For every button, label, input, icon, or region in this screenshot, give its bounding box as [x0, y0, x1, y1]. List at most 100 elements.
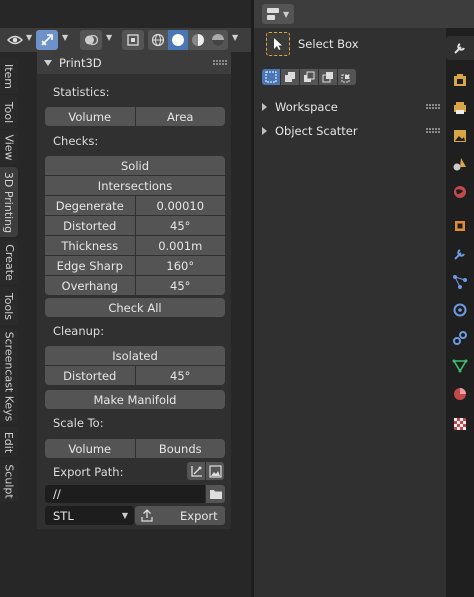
mode-invert-button[interactable] [319, 69, 337, 85]
tab-object-properties[interactable] [448, 214, 472, 238]
collapse-triangle-icon[interactable] [44, 60, 52, 66]
visibility-button[interactable] [3, 30, 27, 50]
tab-tool-properties[interactable] [446, 36, 474, 60]
cleanup-distorted-value-field[interactable]: 45° [135, 366, 225, 385]
check-row: Overhang 45° [45, 276, 225, 295]
cleanup-distorted-button[interactable]: Distorted [45, 366, 136, 385]
expand-arrow-icon [262, 127, 267, 135]
mode-subtract-button[interactable] [300, 69, 318, 85]
mode-extend-button[interactable] [281, 69, 299, 85]
tab-create[interactable]: Create [0, 240, 18, 284]
panel-title: Print3D [59, 56, 102, 70]
area-button[interactable]: Area [135, 107, 225, 126]
select-extend-icon [285, 72, 295, 82]
thickness-value-field[interactable]: 0.001m [135, 236, 225, 255]
drag-grip-icon[interactable] [426, 104, 440, 109]
tab-item[interactable]: Item [0, 58, 18, 94]
distorted-value-field[interactable]: 45° [135, 216, 225, 235]
chevron-down-icon[interactable]: ▼ [62, 33, 68, 42]
material-shading-button[interactable] [188, 30, 208, 50]
export-label: Export [180, 508, 218, 523]
tab-screencast-keys[interactable]: Screencast Keys [0, 328, 18, 424]
chevron-down-icon[interactable]: ▼ [106, 33, 112, 42]
tab-world-properties[interactable] [448, 180, 472, 204]
cleanup-stack: Isolated Distorted 45° [45, 346, 225, 386]
tab-view[interactable]: View [0, 130, 18, 164]
overlay-toggle[interactable] [80, 30, 102, 50]
tab-render-properties[interactable] [448, 68, 472, 92]
chevron-down-icon[interactable]: ▼ [232, 33, 238, 42]
solid-shading-button[interactable] [168, 30, 188, 50]
eye-icon [7, 35, 23, 45]
tab-tools[interactable]: Tools [0, 287, 18, 325]
overlay-icon [85, 34, 98, 46]
check-row: Thickness 0.001m [45, 236, 225, 255]
drag-grip-icon[interactable] [426, 128, 440, 133]
gizmo-toggle[interactable] [36, 30, 58, 50]
isolated-button[interactable]: Isolated [45, 346, 225, 365]
rendered-shading-button[interactable] [208, 30, 228, 50]
tab-output-properties[interactable] [448, 96, 472, 120]
mode-new-button[interactable] [262, 69, 280, 85]
check-all-row: Check All [45, 298, 225, 317]
tab-material-properties[interactable] [448, 382, 472, 406]
mode-intersect-button[interactable] [338, 69, 356, 85]
tab-physics-properties[interactable] [448, 298, 472, 322]
panel-header[interactable]: Print3D [37, 52, 231, 74]
make-manifold-row: Make Manifold [45, 390, 225, 409]
object-scatter-subpanel[interactable]: Object Scatter [262, 122, 358, 140]
solid-button[interactable]: Solid [45, 156, 225, 175]
degenerate-value-field[interactable]: 0.00010 [135, 196, 225, 215]
material-props-icon [454, 388, 466, 400]
active-tool-icon-box[interactable] [266, 32, 290, 56]
tab-sculpt[interactable]: Sculpt [0, 460, 18, 502]
degenerate-button[interactable]: Degenerate [45, 196, 136, 215]
make-manifold-button[interactable]: Make Manifold [45, 390, 225, 409]
tab-particles-properties[interactable] [448, 270, 472, 294]
drag-grip-icon[interactable] [213, 60, 227, 65]
overhang-button[interactable]: Overhang [45, 276, 136, 295]
distorted-button[interactable]: Distorted [45, 216, 136, 235]
folder-icon [209, 490, 222, 499]
wrench-icon [454, 43, 465, 54]
tab-constraint-properties[interactable] [448, 326, 472, 350]
tab-texture-properties[interactable] [448, 412, 472, 436]
chevron-down-icon: ▼ [121, 511, 128, 520]
chevron-down-icon[interactable]: ▼ [26, 33, 32, 42]
thickness-button[interactable]: Thickness [45, 236, 136, 255]
modifier-icon [454, 249, 465, 260]
solid-icon [172, 34, 184, 46]
volume-button[interactable]: Volume [45, 107, 136, 126]
view-layer-icon [454, 130, 466, 142]
select-subtract-icon [304, 71, 315, 82]
scale-bounds-button[interactable]: Bounds [135, 439, 225, 458]
edge-sharp-value-field[interactable]: 160° [135, 256, 225, 275]
check-all-button[interactable]: Check All [45, 298, 225, 317]
active-tool-name: Select Box [298, 37, 359, 51]
workspace-subpanel[interactable]: Workspace [262, 98, 338, 116]
tab-scene-properties[interactable] [448, 152, 472, 176]
overhang-value-field[interactable]: 45° [135, 276, 225, 295]
tab-3d-printing[interactable]: 3D Printing [0, 167, 18, 237]
tab-tool[interactable]: Tool [0, 95, 18, 129]
coordinates-toggle[interactable] [187, 462, 205, 480]
tab-data-properties[interactable] [448, 354, 472, 378]
export-button[interactable]: Export [135, 506, 225, 525]
scale-volume-button[interactable]: Volume [45, 439, 136, 458]
expand-arrow-icon [262, 103, 267, 111]
intersections-button[interactable]: Intersections [45, 176, 225, 195]
particles-icon [453, 275, 467, 289]
editor-type-button[interactable]: ▼ [262, 4, 294, 24]
tab-view-layer-properties[interactable] [448, 124, 472, 148]
tab-edit[interactable]: Edit [0, 427, 18, 457]
xray-toggle[interactable] [122, 30, 144, 50]
browse-folder-button[interactable] [206, 485, 225, 503]
edge-sharp-button[interactable]: Edge Sharp [45, 256, 136, 275]
format-dropdown[interactable]: STL ▼ [45, 506, 134, 525]
export-path-input[interactable]: // [45, 485, 205, 503]
tab-modifier-properties[interactable] [448, 242, 472, 266]
texture-export-toggle[interactable] [206, 462, 224, 480]
texture-icon [454, 418, 466, 430]
wireframe-shading-button[interactable] [148, 30, 168, 50]
viewport-header: ▼ ▼ ▼ ▼ [0, 28, 251, 52]
